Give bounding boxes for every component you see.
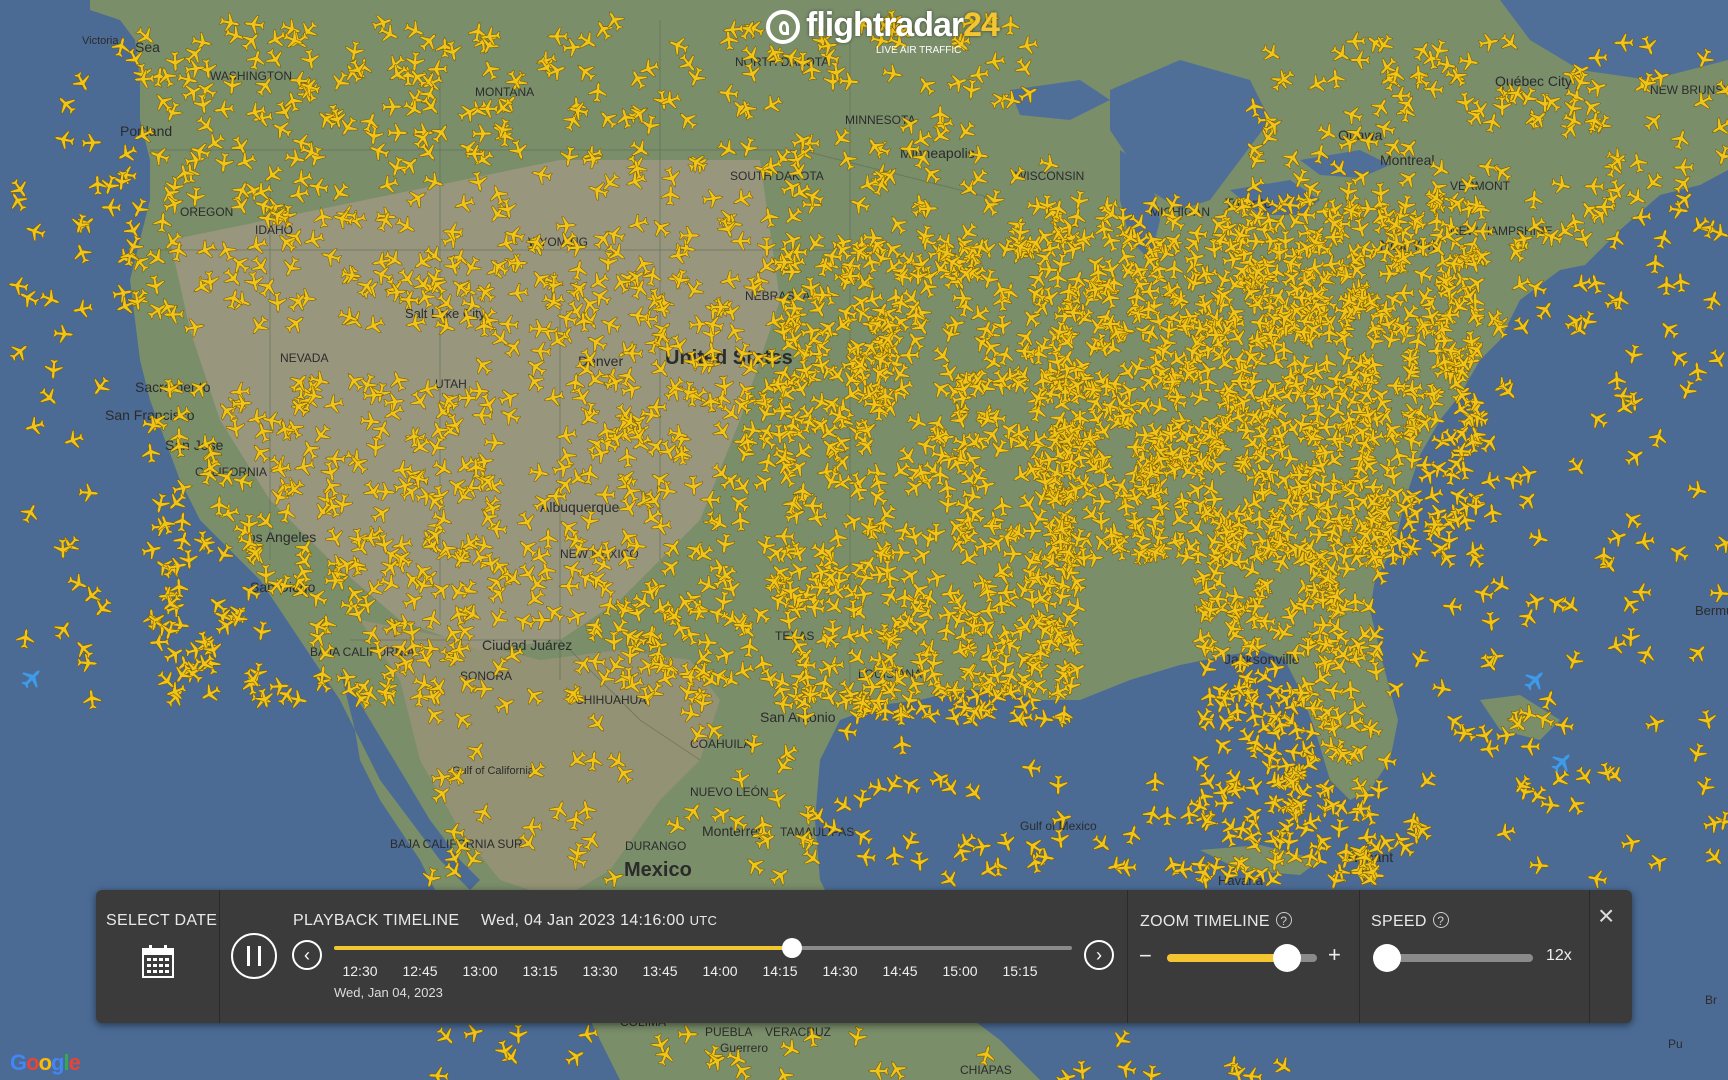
map-label: MONTANA: [475, 85, 534, 99]
help-icon[interactable]: ?: [1432, 912, 1449, 928]
zoom-out-button[interactable]: −: [1139, 943, 1152, 969]
timeline-tick: 14:00: [702, 963, 738, 979]
logo-tagline: LIVE AIR TRAFFIC: [876, 45, 962, 56]
timeline-tick: 13:45: [642, 963, 678, 979]
speed-value: 12x: [1546, 947, 1572, 964]
timeline-date: Wed, Jan 04, 2023: [334, 985, 443, 1000]
map-label: Guerrero: [720, 1041, 768, 1055]
flightradar24-logo[interactable]: flightradar24 LIVE AIR TRAFFIC: [766, 6, 1000, 60]
map-label: WISCONSIN: [1015, 169, 1084, 183]
map-label: OREGON: [180, 205, 233, 219]
speed-slider[interactable]: [1373, 944, 1533, 972]
timeline-tick: 14:15: [762, 963, 798, 979]
map-label: VERMONT: [1450, 179, 1511, 193]
map-label: CHIHUAHUA: [575, 693, 646, 707]
map-label: Ciudad Juárez: [482, 637, 572, 653]
timeline-tick: 12:45: [402, 963, 438, 979]
map-label: DURANGO: [625, 839, 686, 853]
map-label: SOUTH DAKOTA: [730, 169, 824, 183]
timeline-tick: 13:15: [522, 963, 558, 979]
map-label: WASHINGTON: [210, 69, 292, 83]
divider: [1589, 890, 1590, 1023]
timeline-tick: 15:15: [1002, 963, 1038, 979]
zoom-handle[interactable]: [1273, 944, 1301, 972]
help-icon[interactable]: ?: [1275, 912, 1292, 928]
speed-handle[interactable]: [1373, 944, 1401, 972]
map-label: San Antonio: [760, 709, 836, 725]
radar-logo-icon: [766, 10, 800, 44]
chevron-right-icon[interactable]: ›: [1084, 940, 1114, 970]
current-datetime: Wed, 04 Jan 2023 14:16:00 UTC: [481, 912, 718, 929]
map-label: UTAH: [435, 377, 467, 391]
zoom-timeline-label: ZOOM TIMELINE?: [1140, 912, 1292, 931]
select-date-button[interactable]: SELECT DATE: [96, 890, 219, 1023]
close-button[interactable]: ×: [1598, 902, 1614, 930]
speed-label: SPEED?: [1371, 912, 1449, 931]
map-label: Bermuda: [1695, 603, 1728, 618]
map-label: Mexico: [624, 859, 692, 881]
playback-timeline-label: PLAYBACK TIMELINE: [293, 912, 460, 929]
timeline-tick: 14:45: [882, 963, 918, 979]
timeline-tick: 13:00: [462, 963, 498, 979]
pause-button[interactable]: [231, 933, 277, 979]
logo-wordmark: flightradar24: [806, 6, 1000, 44]
timeline-handle[interactable]: [781, 938, 802, 958]
map-label: Victoria: [82, 35, 119, 47]
divider: [219, 890, 220, 1023]
timeline-progress: [334, 946, 792, 950]
select-date-label: SELECT DATE: [106, 912, 218, 929]
playback-panel: SELECT DATE PLAYBACK TIMELINE Wed, 04 Ja…: [96, 890, 1632, 1023]
map-label: Br: [1705, 993, 1717, 1007]
google-logo: Google: [10, 1050, 81, 1075]
map-label: PUEBLA: [705, 1025, 752, 1039]
timeline-tick: 13:30: [582, 963, 618, 979]
zoom-level: [1167, 954, 1287, 962]
map-label: COAHUILA: [690, 737, 751, 751]
map-label: Pu: [1668, 1037, 1683, 1051]
divider: [1359, 890, 1360, 1023]
chevron-left-icon[interactable]: ‹: [292, 940, 322, 970]
map-label: NEVADA: [280, 351, 328, 365]
timeline-slider[interactable]: [334, 938, 1072, 958]
map-label: Québec City: [1495, 73, 1572, 89]
zoom-in-button[interactable]: +: [1328, 942, 1341, 968]
timeline-tick: 14:30: [822, 963, 858, 979]
timeline-tick: 12:30: [342, 963, 378, 979]
timeline-ticks: 12:30 12:45 13:00 13:15 13:30 13:45 14:00 14:15…: [334, 963, 1072, 983]
zoom-slider[interactable]: [1167, 944, 1317, 972]
map-label: Montreal: [1380, 152, 1434, 168]
map-label: NUEVO LEÓN: [690, 784, 769, 799]
map-label: TAMAULIPAS: [780, 825, 854, 839]
calendar-icon: [142, 945, 174, 978]
divider: [1127, 890, 1128, 1023]
timeline-tick: 15:00: [942, 963, 978, 979]
